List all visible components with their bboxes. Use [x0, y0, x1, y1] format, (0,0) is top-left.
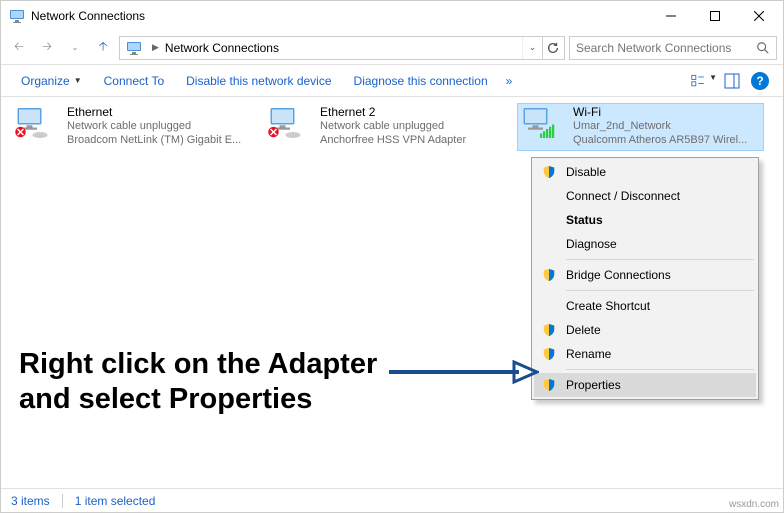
adapter-name: Wi-Fi [573, 105, 762, 119]
menu-status[interactable]: Status [534, 208, 756, 232]
menu-disable[interactable]: Disable [534, 160, 756, 184]
adapter-wifi[interactable]: Wi-Fi Umar_2nd_Network Qualcomm Atheros … [517, 103, 764, 151]
menu-separator [566, 259, 754, 260]
ethernet-icon [13, 105, 49, 141]
adapter-status: Network cable unplugged [67, 119, 256, 133]
recent-dropdown[interactable]: ⌄ [63, 36, 87, 60]
menu-rename[interactable]: Rename [534, 342, 756, 366]
adapter-status: Network cable unplugged [320, 119, 509, 133]
adapter-device: Anchorfree HSS VPN Adapter [320, 133, 509, 147]
wifi-icon [519, 105, 555, 141]
search-box[interactable] [569, 36, 777, 60]
shield-icon [542, 268, 556, 282]
annotation-text: Right click on the Adapter and select Pr… [19, 347, 419, 417]
overflow-button[interactable]: » [500, 70, 519, 92]
search-icon [756, 41, 770, 55]
adapter-name: Ethernet [67, 105, 256, 119]
annotation-arrow [389, 357, 539, 387]
disable-device-button[interactable]: Disable this network device [176, 70, 341, 92]
maximize-button[interactable] [693, 1, 737, 31]
menu-properties[interactable]: Properties [534, 373, 756, 397]
connect-to-button[interactable]: Connect To [94, 70, 175, 92]
help-button[interactable]: ? [747, 72, 773, 90]
shield-icon [542, 165, 556, 179]
adapter-device: Broadcom NetLink (TM) Gigabit E... [67, 133, 256, 147]
search-input[interactable] [576, 41, 756, 55]
shield-icon [542, 378, 556, 392]
back-button[interactable]: 🡠 [7, 36, 31, 60]
forward-button[interactable]: 🡢 [35, 36, 59, 60]
separator [62, 494, 63, 508]
view-options-button[interactable]: ▼ [691, 73, 717, 89]
watermark: wsxdn.com [729, 499, 779, 510]
refresh-button[interactable] [542, 37, 562, 59]
menu-delete[interactable]: Delete [534, 318, 756, 342]
adapter-ethernet[interactable]: Ethernet Network cable unplugged Broadco… [11, 103, 258, 151]
shield-icon [542, 347, 556, 361]
up-button[interactable]: 🡡 [91, 36, 115, 60]
breadcrumb[interactable]: Network Connections [165, 41, 279, 55]
context-menu: Disable Connect / Disconnect Status Diag… [531, 157, 759, 400]
menu-connect[interactable]: Connect / Disconnect [534, 184, 756, 208]
ethernet-icon [266, 105, 302, 141]
network-icon [9, 8, 25, 24]
minimize-button[interactable] [649, 1, 693, 31]
menu-shortcut[interactable]: Create Shortcut [534, 294, 756, 318]
address-dropdown[interactable]: ⌄ [522, 37, 542, 59]
menu-diagnose[interactable]: Diagnose [534, 232, 756, 256]
status-bar: 3 items 1 item selected [1, 488, 783, 512]
address-bar[interactable]: ▶ Network Connections ⌄ [119, 36, 565, 60]
preview-pane-button[interactable] [719, 73, 745, 89]
titlebar: Network Connections [1, 1, 783, 31]
navbar: 🡠 🡢 ⌄ 🡡 ▶ Network Connections ⌄ [1, 31, 783, 65]
organize-button[interactable]: Organize▼ [11, 70, 92, 92]
window-title: Network Connections [31, 9, 649, 23]
adapter-device: Qualcomm Atheros AR5B97 Wirel... [573, 133, 762, 147]
status-selected-count: 1 item selected [75, 494, 156, 508]
adapter-ethernet2[interactable]: Ethernet 2 Network cable unplugged Ancho… [264, 103, 511, 151]
status-item-count: 3 items [11, 494, 50, 508]
menu-bridge[interactable]: Bridge Connections [534, 263, 756, 287]
menu-separator [566, 290, 754, 291]
adapter-name: Ethernet 2 [320, 105, 509, 119]
command-bar: Organize▼ Connect To Disable this networ… [1, 65, 783, 97]
menu-separator [566, 369, 754, 370]
network-icon [126, 40, 142, 56]
adapter-status: Umar_2nd_Network [573, 119, 762, 133]
chevron-right-icon[interactable]: ▶ [148, 42, 163, 53]
shield-icon [542, 323, 556, 337]
close-button[interactable] [737, 1, 781, 31]
diagnose-button[interactable]: Diagnose this connection [344, 70, 498, 92]
content-area: Ethernet Network cable unplugged Broadco… [1, 97, 783, 157]
